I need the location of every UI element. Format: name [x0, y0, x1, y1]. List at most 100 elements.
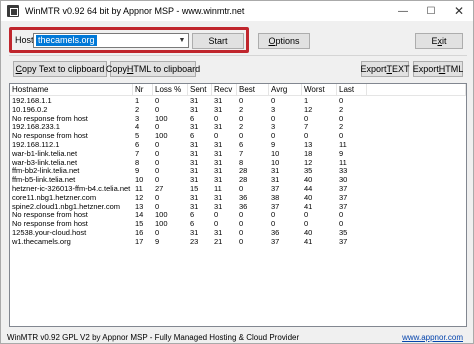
- copy-html-button[interactable]: Copy H TML to clipboard: [106, 61, 200, 77]
- table-cell: 37: [339, 184, 348, 193]
- appnor-link[interactable]: www.appnor.com: [402, 333, 463, 342]
- table-row[interactable]: 192.168.112.1 6 0 31 31 6 9 13 11: [10, 141, 367, 150]
- table-cell: 15: [190, 184, 199, 193]
- start-button-label: Start: [208, 36, 228, 46]
- table-cell: 7: [304, 123, 309, 132]
- table-row[interactable]: war-b3-link.telia.net 8 0 31 31 8 10 12 11: [10, 159, 367, 168]
- table-cell: 31: [271, 176, 280, 185]
- table-row[interactable]: No response from host 15 100 6 0 0 0 0 0: [10, 220, 367, 229]
- table-row[interactable]: No response from host 5 100 6 0 0 0 0 0: [10, 132, 367, 141]
- table-cell: 31: [190, 228, 199, 237]
- table-cell: 192.168.233.1: [12, 123, 60, 132]
- table-row[interactable]: 12538.your-cloud.host 16 0 31 31 0 36 40 35: [10, 229, 367, 238]
- table-row[interactable]: w1.thecamels.org 17 9 23 21 0 37 41 37: [10, 238, 367, 247]
- copy-text-button[interactable]: Copy Text to clipboard: [13, 61, 107, 77]
- column-header-sent[interactable]: Sent: [188, 84, 212, 96]
- table-cell: 41: [304, 202, 313, 211]
- table-cell: No response from host: [12, 114, 88, 123]
- column-header-worst[interactable]: Worst: [302, 84, 337, 96]
- start-button[interactable]: Start: [192, 33, 244, 49]
- host-input-value[interactable]: thecamels.org: [36, 35, 97, 46]
- table-header: Hostname Nr Loss % Sent Recv Best Avrg W…: [10, 84, 466, 96]
- table-cell: 0: [339, 97, 344, 105]
- table-row[interactable]: ffm-b5-link.telia.net 10 0 31 31 28 31 40 30: [10, 176, 367, 185]
- table-cell: 37: [271, 237, 280, 246]
- table-cell: 28: [239, 176, 248, 185]
- table-row[interactable]: 10.196.0.2 2 0 31 31 2 3 12 2: [10, 106, 367, 115]
- table-cell: 31: [190, 202, 199, 211]
- table-cell: 0: [155, 193, 160, 202]
- table-cell: 9: [339, 149, 344, 158]
- table-cell: 0: [214, 132, 219, 141]
- column-header-best[interactable]: Best: [237, 84, 269, 96]
- table-row[interactable]: 192.168.1.1 1 0 31 31 0 0 1 0: [10, 97, 367, 106]
- table-cell: 6: [239, 140, 244, 149]
- table-cell: 0: [304, 211, 309, 220]
- table-cell: 0: [304, 132, 309, 141]
- column-header-recv[interactable]: Recv: [212, 84, 237, 96]
- export-text-button[interactable]: Export T EXT: [360, 61, 410, 77]
- table-cell: 0: [214, 220, 219, 229]
- table-cell: 0: [155, 176, 160, 185]
- table-cell: 37: [271, 184, 280, 193]
- exit-button[interactable]: Ex it: [415, 33, 463, 49]
- column-header-avrg[interactable]: Avrg: [269, 84, 302, 96]
- table-cell: 16: [135, 228, 144, 237]
- table-cell: 40: [304, 228, 313, 237]
- maximize-icon[interactable]: ☐: [417, 1, 445, 21]
- table-cell: 0: [271, 220, 276, 229]
- table-cell: 3: [135, 114, 140, 123]
- table-cell: 9: [271, 140, 276, 149]
- table-cell: 100: [155, 211, 168, 220]
- table-cell: 36: [239, 202, 248, 211]
- options-button[interactable]: Options: [258, 33, 310, 49]
- table-cell: 27: [155, 184, 164, 193]
- copy-text-label-post: opy Text to clipboard: [22, 64, 105, 74]
- table-cell: 0: [339, 114, 344, 123]
- table-cell: 12: [135, 193, 144, 202]
- table-cell: 18: [304, 149, 313, 158]
- app-icon: [7, 5, 19, 17]
- chevron-down-icon[interactable]: ▼: [176, 34, 188, 47]
- table-cell: 0: [239, 184, 244, 193]
- host-combobox[interactable]: thecamels.org ▼: [33, 33, 189, 48]
- column-header-nr[interactable]: Nr: [133, 84, 153, 96]
- table-cell: 0: [155, 158, 160, 167]
- table-cell: 1: [304, 97, 309, 105]
- table-row[interactable]: war-b1-link.telia.net 7 0 31 31 7 10 18 9: [10, 150, 367, 159]
- exit-label-post: it: [442, 36, 447, 46]
- copy-html-label-post: TML to clipboard: [133, 64, 201, 74]
- table-cell: 4: [135, 123, 140, 132]
- table-cell: 31: [190, 176, 199, 185]
- table-row[interactable]: hetzner-ic-326013-ffm-b4.c.telia.net 11 27…: [10, 185, 367, 194]
- table-cell: 0: [239, 114, 244, 123]
- title-bar[interactable]: WinMTR v0.92 64 bit by Appnor MSP - www.…: [1, 1, 473, 21]
- table-row[interactable]: core11.nbg1.hetzner.com 12 0 31 31 36 38 40 37: [10, 194, 367, 203]
- table-cell: 21: [214, 237, 223, 246]
- column-header-hostname[interactable]: Hostname: [10, 84, 133, 96]
- table-cell: 31: [271, 167, 280, 176]
- table-cell: 36: [271, 228, 280, 237]
- table-cell: 0: [155, 105, 160, 114]
- table-row[interactable]: 192.168.233.1 4 0 31 31 2 3 7 2: [10, 123, 367, 132]
- table-cell: 37: [339, 202, 348, 211]
- table-cell: 6: [190, 114, 195, 123]
- status-text: WinMTR v0.92 GPL V2 by Appnor MSP - Full…: [7, 333, 300, 342]
- table-cell: 192.168.112.1: [12, 140, 60, 149]
- table-cell: 12: [304, 105, 313, 114]
- table-cell: 192.168.1.1: [12, 97, 52, 105]
- table-row[interactable]: ffm-bb2-link.telia.net 9 0 31 31 28 31 35 33: [10, 167, 367, 176]
- table-row[interactable]: No response from host 14 100 6 0 0 0 0 0: [10, 211, 367, 220]
- table-row[interactable]: No response from host 3 100 6 0 0 0 0 0: [10, 115, 367, 124]
- table-cell: 38: [271, 193, 280, 202]
- export-html-button[interactable]: Export H TML: [413, 61, 463, 77]
- table-cell: 3: [271, 123, 276, 132]
- minimize-icon[interactable]: —: [389, 1, 417, 21]
- options-label-post: ptions: [275, 36, 300, 46]
- column-header-last[interactable]: Last: [337, 84, 367, 96]
- results-table[interactable]: Hostname Nr Loss % Sent Recv Best Avrg W…: [9, 83, 467, 327]
- close-icon[interactable]: ✕: [445, 1, 473, 21]
- table-body: 192.168.1.1 1 0 31 31 0 0 1 0 10.196.0.2 2 0 31 31 2 3 1…: [10, 97, 367, 247]
- column-header-loss[interactable]: Loss %: [153, 84, 188, 96]
- table-row[interactable]: spine2.cloud1.nbg1.hetzner.com 13 0 31 31 36 3…: [10, 203, 367, 212]
